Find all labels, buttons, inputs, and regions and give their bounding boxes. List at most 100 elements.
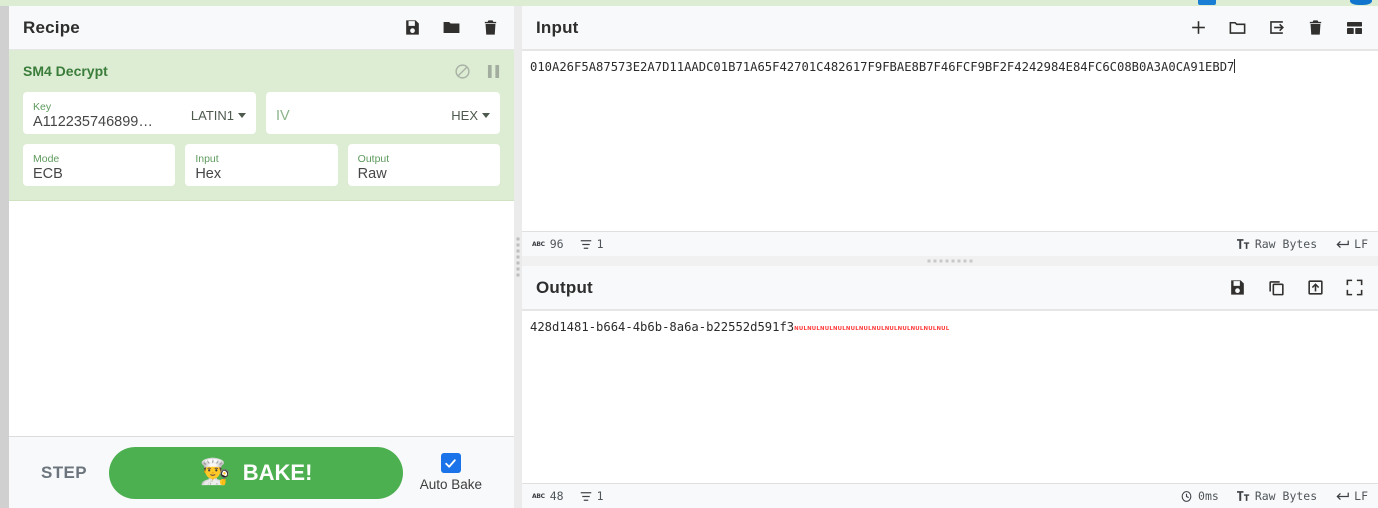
iv-argument[interactable]: IV HEX bbox=[266, 92, 500, 134]
input-format-field[interactable]: Input Hex bbox=[195, 153, 327, 183]
step-button[interactable]: STEP bbox=[41, 463, 87, 483]
line-ending-icon bbox=[1335, 491, 1349, 502]
recipe-controls-bar: STEP 👨‍🍳 BAKE! Auto Bake bbox=[9, 436, 514, 508]
mode-field[interactable]: Mode ECB bbox=[33, 153, 165, 183]
pause-icon[interactable] bbox=[487, 64, 500, 79]
output-text-value: 428d1481-b664-4b6b-8a6a-b22552d591f3 bbox=[530, 320, 795, 334]
output-encoding-status[interactable]: Raw Bytes bbox=[1236, 489, 1318, 503]
splitter-grip-horizontal bbox=[927, 259, 973, 263]
open-folder-icon[interactable] bbox=[1228, 18, 1247, 37]
character-count-icon: ABC bbox=[532, 240, 545, 248]
input-lines-status[interactable]: 1 bbox=[580, 237, 604, 251]
input-format-argument[interactable]: Input Hex bbox=[185, 144, 338, 186]
mode-value[interactable]: ECB bbox=[33, 165, 165, 183]
input-length-status[interactable]: ABC 96 bbox=[532, 237, 564, 251]
auto-bake-toggle[interactable]: Auto Bake bbox=[420, 453, 482, 492]
auto-bake-checkbox[interactable] bbox=[440, 453, 461, 473]
bake-button[interactable]: 👨‍🍳 BAKE! bbox=[109, 446, 404, 499]
io-column: Input 010A26F5A87573E2A7D11AADC01B71A65F… bbox=[522, 6, 1378, 508]
left-gutter-scrollbar[interactable] bbox=[0, 6, 9, 508]
input-text-content[interactable]: 010A26F5A87573E2A7D11AADC01B71A65F42701C… bbox=[530, 59, 1378, 75]
clear-recipe-icon[interactable] bbox=[481, 18, 500, 37]
save-recipe-icon[interactable] bbox=[403, 18, 422, 37]
recipe-io-splitter[interactable] bbox=[514, 6, 522, 508]
output-text-content[interactable]: 428d1481-b664-4b6b-8a6a-b22552d591f3NULN… bbox=[530, 319, 1378, 337]
input-status-bar: ABC 96 1 Raw Bytes LF bbox=[522, 231, 1378, 256]
output-format-argument[interactable]: Output Raw bbox=[347, 144, 500, 186]
output-format-value[interactable]: Raw bbox=[358, 165, 490, 183]
maximise-output-icon[interactable] bbox=[1345, 278, 1364, 297]
input-line-ending-value: LF bbox=[1354, 237, 1368, 251]
iv-encoding-dropdown[interactable]: HEX bbox=[451, 108, 490, 123]
input-text-area[interactable]: 010A26F5A87573E2A7D11AADC01B71A65F42701C… bbox=[522, 50, 1378, 231]
input-lines-value: 1 bbox=[596, 237, 604, 251]
nul-control-char: NUL bbox=[794, 326, 808, 332]
nul-control-char: NUL bbox=[936, 326, 950, 332]
output-status-bar: ABC 48 1 0ms Raw Bytes LF bbox=[522, 483, 1378, 508]
recipe-operation-sm4-decrypt[interactable]: SM4 Decrypt Key A112235746899… LATIN1 IV… bbox=[9, 50, 514, 201]
key-encoding-dropdown[interactable]: LATIN1 bbox=[191, 108, 246, 123]
character-count-icon: ABC bbox=[532, 492, 545, 500]
input-format-label: Input bbox=[195, 152, 219, 165]
line-count-icon bbox=[580, 239, 592, 250]
save-output-icon[interactable] bbox=[1228, 278, 1247, 297]
mode-argument[interactable]: Mode ECB bbox=[23, 144, 176, 186]
input-format-value[interactable]: Hex bbox=[195, 165, 327, 183]
recipe-title: Recipe bbox=[23, 17, 80, 37]
nul-control-char: NUL bbox=[807, 326, 821, 332]
input-text-value: 010A26F5A87573E2A7D11AADC01B71A65F42701C… bbox=[530, 60, 1235, 74]
replace-input-with-output-icon[interactable] bbox=[1306, 278, 1325, 297]
nul-control-char: NUL bbox=[910, 326, 924, 332]
iv-encoding-label: HEX bbox=[451, 108, 478, 123]
nul-control-char: NUL bbox=[820, 326, 833, 332]
output-lines-status[interactable]: 1 bbox=[580, 489, 604, 503]
cyberchef-app: Recipe SM4 Decrypt Key A112235746899… LA… bbox=[0, 0, 1378, 508]
key-argument[interactable]: Key A112235746899… LATIN1 bbox=[23, 92, 256, 134]
output-status-right: 0ms Raw Bytes LF bbox=[1162, 489, 1368, 503]
operation-title: SM4 Decrypt bbox=[23, 63, 108, 79]
auto-bake-label: Auto Bake bbox=[419, 477, 482, 492]
input-encoding-value: Raw Bytes bbox=[1254, 237, 1318, 251]
load-recipe-icon[interactable] bbox=[442, 18, 461, 37]
recipe-empty-area[interactable] bbox=[9, 201, 514, 436]
nul-control-char: NUL bbox=[871, 326, 885, 332]
output-text-area[interactable]: 428d1481-b664-4b6b-8a6a-b22552d591f3NULN… bbox=[522, 310, 1378, 483]
operation-header: SM4 Decrypt bbox=[23, 60, 500, 82]
input-length-value: 96 bbox=[549, 237, 564, 251]
nul-control-char: NUL bbox=[832, 326, 846, 332]
bake-button-label: BAKE! bbox=[242, 459, 313, 485]
input-tabs-layout-icon[interactable] bbox=[1345, 18, 1364, 37]
input-encoding-status[interactable]: Raw Bytes bbox=[1236, 237, 1318, 251]
output-format-label: Output bbox=[357, 152, 390, 165]
operation-arg-row-1: Key A112235746899… LATIN1 IV HEX bbox=[23, 92, 500, 134]
output-timing-status[interactable]: 0ms bbox=[1180, 489, 1219, 503]
chef-icon: 👨‍🍳 bbox=[199, 458, 231, 486]
text-format-icon bbox=[1236, 490, 1250, 502]
line-ending-icon bbox=[1335, 239, 1349, 250]
open-file-as-input-icon[interactable] bbox=[1267, 18, 1286, 37]
mode-label: Mode bbox=[33, 152, 60, 165]
input-title: Input bbox=[536, 17, 579, 37]
line-count-icon bbox=[580, 491, 592, 502]
operation-icons bbox=[454, 63, 500, 80]
key-value[interactable]: A112235746899… bbox=[33, 113, 183, 131]
output-format-field[interactable]: Output Raw bbox=[358, 153, 490, 183]
chevron-down-icon bbox=[238, 113, 246, 118]
key-field[interactable]: Key A112235746899… bbox=[33, 101, 183, 131]
chevron-down-icon bbox=[482, 113, 490, 118]
add-input-tab-icon[interactable] bbox=[1189, 18, 1208, 37]
copy-output-icon[interactable] bbox=[1267, 278, 1286, 297]
input-line-ending-status[interactable]: LF bbox=[1335, 237, 1368, 251]
input-output-splitter[interactable] bbox=[522, 256, 1378, 266]
output-length-status[interactable]: ABC 48 bbox=[532, 489, 564, 503]
output-encoding-value: Raw Bytes bbox=[1254, 489, 1318, 503]
iv-value[interactable]: IV bbox=[276, 107, 443, 125]
iv-field[interactable]: IV bbox=[276, 107, 443, 125]
recipe-pane: Recipe SM4 Decrypt Key A112235746899… LA… bbox=[9, 6, 514, 508]
input-title-bar: Input bbox=[522, 6, 1378, 50]
output-line-ending-status[interactable]: LF bbox=[1335, 489, 1368, 503]
disable-icon[interactable] bbox=[454, 63, 471, 80]
nul-control-char: NUL bbox=[897, 326, 911, 332]
clear-input-icon[interactable] bbox=[1306, 18, 1325, 37]
recipe-operation-list[interactable]: SM4 Decrypt Key A112235746899… LATIN1 IV… bbox=[9, 50, 514, 436]
